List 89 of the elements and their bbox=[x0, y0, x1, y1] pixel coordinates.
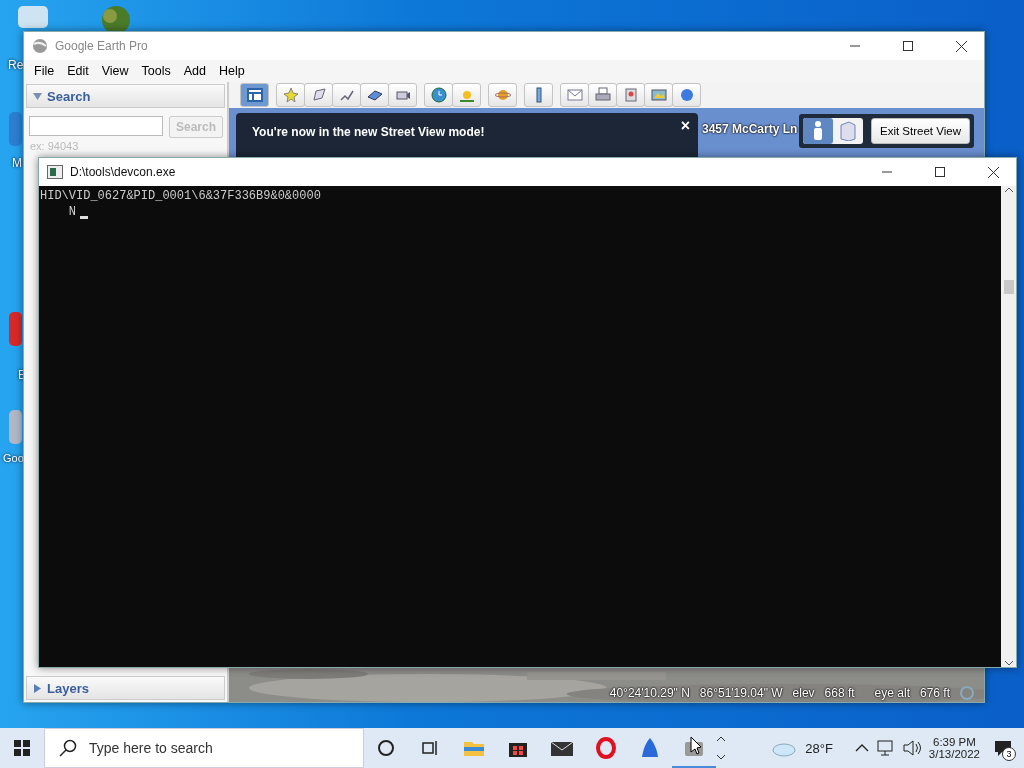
desktop-icon-label: Goo bbox=[3, 452, 24, 464]
speaker-icon[interactable] bbox=[902, 740, 921, 756]
close-icon bbox=[955, 40, 967, 52]
console-line: HID\VID_0627&PID_0001\6&37F336B9&0&0000 bbox=[40, 188, 321, 204]
desktop-icon-label: Re bbox=[8, 58, 24, 72]
taskbar-search-field[interactable]: Type here to search bbox=[44, 728, 364, 768]
task-view-icon bbox=[421, 740, 439, 756]
person-icon bbox=[812, 121, 824, 141]
toolbar-button[interactable] bbox=[524, 83, 553, 107]
sail-icon bbox=[640, 737, 660, 759]
clock-icon bbox=[430, 87, 447, 103]
network-icon[interactable] bbox=[876, 740, 895, 756]
altitude-label: eye alt bbox=[874, 686, 910, 700]
toolbar-button[interactable] bbox=[360, 83, 389, 107]
exit-button[interactable]: Exit Street View bbox=[871, 118, 970, 144]
panel-header[interactable]: Layers bbox=[26, 676, 225, 700]
maximize-icon bbox=[903, 41, 913, 51]
search-field[interactable] bbox=[29, 116, 163, 136]
folder-icon bbox=[463, 739, 485, 757]
map-icon bbox=[622, 87, 639, 103]
search-hint: ex: 94043 bbox=[29, 140, 80, 152]
toolbar-button[interactable] bbox=[304, 83, 333, 107]
clock[interactable]: 6:39 PM 3/13/2022 bbox=[928, 736, 980, 760]
loading-icon bbox=[960, 686, 974, 700]
chevron-up-icon[interactable] bbox=[854, 743, 869, 753]
toolbar-button[interactable] bbox=[388, 83, 417, 107]
globe-icon bbox=[32, 38, 48, 54]
menu-item[interactable]: View bbox=[101, 64, 129, 78]
scroll-down-icon[interactable] bbox=[1003, 659, 1014, 667]
envelope-icon bbox=[551, 740, 573, 756]
collapse-arrow-icon[interactable] bbox=[33, 91, 42, 101]
sidebar-icon bbox=[246, 87, 263, 103]
panel-title: Layers bbox=[47, 680, 89, 696]
toolbar-button[interactable] bbox=[424, 83, 453, 107]
expand-arrow-icon[interactable] bbox=[33, 683, 42, 693]
toolbar-button[interactable] bbox=[332, 83, 361, 107]
scroll-thumb[interactable] bbox=[1003, 279, 1014, 294]
building-icon bbox=[840, 121, 856, 141]
app-icon bbox=[683, 736, 705, 758]
menu-item[interactable]: File bbox=[34, 64, 55, 78]
polygon-icon bbox=[310, 87, 327, 103]
planet-icon bbox=[494, 87, 511, 103]
latitude-text: 40°24'10.29" N bbox=[609, 686, 690, 700]
elevation-label: elev bbox=[792, 686, 815, 700]
window-title: Google Earth Pro bbox=[55, 39, 149, 53]
window-title: D:\tools\devcon.exe bbox=[70, 165, 177, 179]
weather-text: 28°F bbox=[805, 740, 833, 756]
console-icon bbox=[47, 165, 63, 179]
address-label: 3457 McCarty Ln bbox=[702, 122, 798, 136]
notification-count: 3 bbox=[1002, 747, 1016, 761]
desktop-icon-label: M bbox=[12, 156, 22, 170]
globe-icon bbox=[678, 87, 695, 103]
ring-icon bbox=[596, 737, 616, 759]
scroll-up-icon[interactable] bbox=[1003, 186, 1014, 194]
printer-icon bbox=[594, 87, 611, 103]
toolbar-button[interactable] bbox=[588, 83, 617, 107]
maximize-icon bbox=[935, 167, 945, 177]
toolbar-button[interactable] bbox=[644, 83, 673, 107]
pushpin-icon bbox=[282, 87, 299, 103]
envelope-icon bbox=[566, 87, 583, 103]
toolbar-button[interactable] bbox=[240, 83, 269, 107]
notification-button[interactable]: 3 bbox=[988, 733, 1018, 763]
longitude-text: 86°51'19.04" W bbox=[699, 686, 783, 700]
circle-icon bbox=[377, 739, 395, 757]
tip-title: You're now in the new Street View mode! bbox=[252, 125, 485, 141]
toolbar-button[interactable] bbox=[276, 83, 305, 107]
menu-item[interactable]: Tools bbox=[141, 64, 171, 78]
elevation-value: 668 ft bbox=[824, 686, 855, 700]
toggle-button[interactable] bbox=[803, 118, 833, 144]
toolbar-button[interactable] bbox=[616, 83, 645, 107]
toolbar-button[interactable] bbox=[672, 83, 701, 107]
search-icon bbox=[59, 739, 77, 757]
panel-title: Search bbox=[47, 88, 91, 104]
panel-header[interactable]: Search bbox=[26, 84, 225, 108]
altitude-value: 676 ft bbox=[919, 686, 950, 700]
console-line: N bbox=[67, 204, 76, 220]
toolbar-button[interactable] bbox=[452, 83, 481, 107]
windows-icon bbox=[14, 740, 30, 756]
menu-item[interactable]: Edit bbox=[67, 64, 89, 78]
close-icon bbox=[987, 166, 999, 178]
time-text: 6:39 PM bbox=[933, 736, 976, 748]
menu-item[interactable]: Add bbox=[183, 64, 206, 78]
toolbar-button[interactable] bbox=[488, 83, 517, 107]
date-text: 3/13/2022 bbox=[928, 748, 980, 760]
menu-item[interactable]: Help bbox=[219, 64, 245, 78]
photo-icon bbox=[650, 87, 667, 103]
text-cursor bbox=[80, 216, 88, 219]
close-button[interactable]: × bbox=[680, 117, 690, 135]
scrollbar[interactable] bbox=[1001, 186, 1016, 667]
